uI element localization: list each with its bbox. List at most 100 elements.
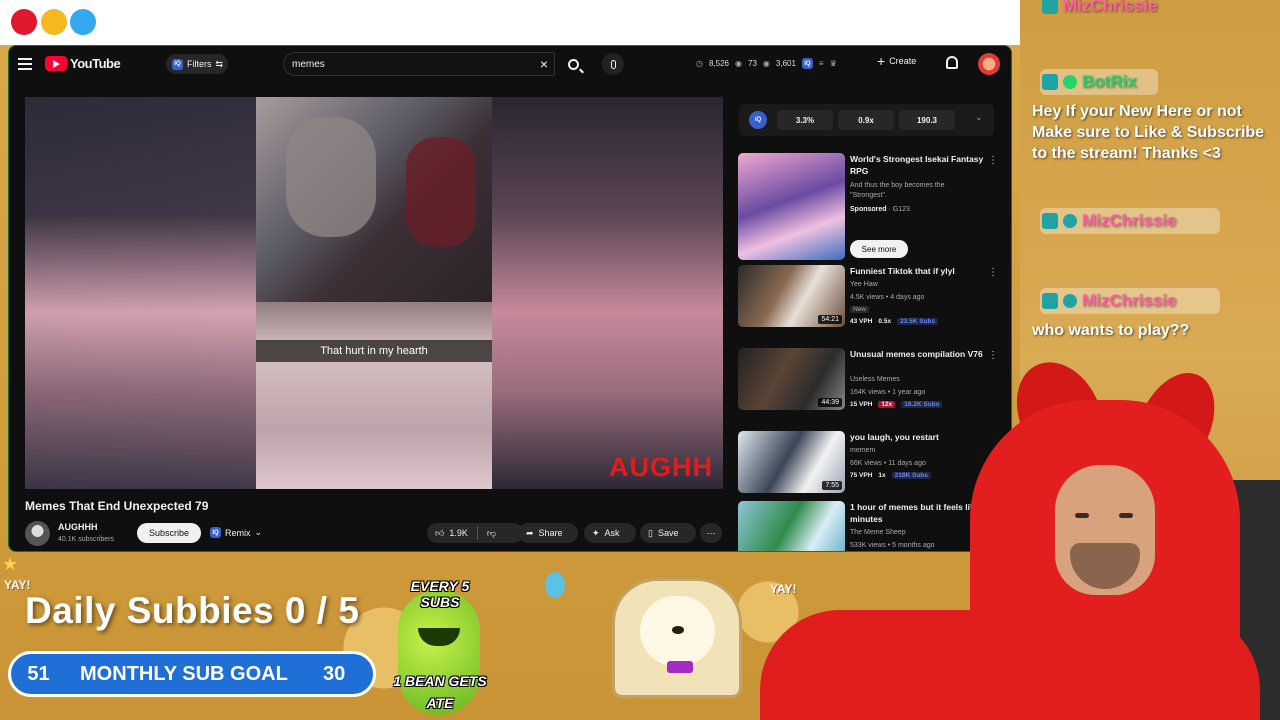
vph-stat: 15 VPH [850,401,873,408]
rec-description: And thus the boy becomes the "Strongest"… [850,182,945,199]
goal-label: MONTHLY SUB GOAL [80,662,288,685]
vidiq-icon[interactable]: iQ [801,58,813,69]
rec-channel[interactable]: Useless Memes [850,375,900,385]
yay-sticker: YAY! [770,582,797,596]
chat-message: who wants to play?? [1032,322,1190,339]
blurred-background-left [25,97,256,489]
share-button[interactable]: ➦ Share [518,523,578,543]
rec-meta: 4.5K views • 4 days ago [850,294,925,301]
save-button[interactable]: ▯ Save [640,523,696,543]
chat-username-row: MizChrissie [1042,211,1176,231]
youtube-window: YouTube iQ Filters ⇆ memes × ◷ 8,526 ◉ 7… [8,45,1012,552]
eye-icon: ◉ [735,59,742,68]
more-options-icon[interactable]: ⋮ [988,267,998,278]
voice-search-button[interactable] [602,53,624,75]
see-more-button[interactable]: See more [850,240,908,258]
clear-search-icon[interactable]: × [540,56,548,72]
video-thumbnail[interactable] [738,501,845,551]
account-avatar[interactable] [978,53,1000,75]
rec-stats: 15 VPH 12x 16.2K Subs [850,401,943,408]
rec-channel[interactable]: memem [850,446,875,456]
iq-stat: 190.3 [899,110,955,130]
daily-subbies-counter: Daily Subbies 0 / 5 [25,590,360,631]
recommended-video[interactable]: 54:21 Funniest Tiktok that if ylyl Yee H… [738,265,1008,327]
rec-title[interactable]: World's Strongest Isekai Fantasy RPG [850,153,990,177]
new-badge: New [850,306,870,313]
minimize-window-button[interactable] [41,9,67,35]
bean-top-text: EVERY 5 SUBS [410,578,470,610]
video-duration: 7:55 [822,481,842,490]
search-input[interactable]: memes × [283,52,555,76]
video-thumbnail[interactable]: 7:55 [738,431,845,493]
search-value: memes [292,58,325,70]
notifications-bell-icon[interactable] [946,56,958,69]
video-player[interactable]: That hurt in my hearth AUGHH [25,97,723,489]
chat-username[interactable]: BotRix [1082,72,1137,92]
close-window-button[interactable] [11,9,37,35]
vph-stat: 75 VPH [850,472,873,479]
chat-username[interactable]: MizChrissie [1063,0,1157,16]
ask-button[interactable]: ✦ Ask [584,523,636,543]
star-icon: ★ [2,554,19,574]
more-dots-icon: ⋯ [706,527,716,538]
remix-button[interactable]: iQ Remix ⌄ [210,527,262,538]
youtube-logo[interactable]: YouTube [45,56,121,71]
channel-name[interactable]: AUGHHH [58,522,98,532]
dog-nose [672,626,684,634]
stat-views: 8,526 [708,59,730,68]
trophy-icon[interactable]: ♛ [830,59,837,68]
search-button[interactable] [558,52,588,76]
kick-badge-icon [1042,0,1058,14]
subs-stat: 218K Subs [891,472,931,479]
subscribe-button[interactable]: Subscribe [137,523,201,543]
vidiq-icon[interactable]: iQ [749,111,767,129]
rec-channel[interactable]: The Meme Sheep [850,528,906,538]
rec-channel[interactable]: Yee Haw [850,280,878,290]
chevron-down-icon[interactable]: ⌄ [975,112,983,123]
video-thumbnail[interactable]: 54:21 [738,265,845,327]
channel-watermark: AUGHH [609,452,713,482]
maximize-window-button[interactable] [70,9,96,35]
sponsored-recommendation[interactable]: World's Strongest Isekai Fantasy RPG And… [738,153,1008,261]
sliders-icon: ⇆ [215,58,224,69]
share-label: Share [538,528,563,538]
subscriber-badge-icon [1063,214,1077,228]
kick-badge-icon [1042,213,1058,229]
rec-title[interactable]: Unusual memes compilation V76 [850,348,990,360]
bean-sub-widget: EVERY 5 SUBS 1 BEAN GETS ATE [390,578,490,720]
thumbs-down-icon[interactable]: 👎︎ [487,528,496,539]
list-icon[interactable]: ≡ [819,59,824,68]
toast-dog-sticker [612,578,742,698]
more-actions-button[interactable]: ⋯ [700,523,722,543]
video-thumbnail[interactable] [738,153,845,260]
youtube-play-icon [45,56,67,71]
video-seat [406,137,476,247]
subs-stat: 16.2K Subs [901,401,943,408]
create-button[interactable]: + Create [877,54,917,68]
top-strip [0,0,1020,45]
remix-label: Remix [225,527,251,538]
vidiq-score-bar: iQ 3.3% 0.9x 190.3 ⌄ [739,104,994,136]
goal-target: 30 [323,662,346,685]
video-frame [256,97,492,489]
like-count[interactable]: 1.9K [449,528,468,538]
chat-username[interactable]: MizChrissie [1082,291,1176,311]
multiplier-stat: 1x [878,472,886,479]
rec-tag: New [850,305,870,315]
thumbs-up-icon[interactable]: 👍︎ [435,528,444,539]
video-thumbnail[interactable]: 44:39 [738,348,845,410]
chat-username-row: MizChrissie [1042,291,1176,311]
filters-button[interactable]: iQ Filters ⇆ [166,54,228,74]
video-duration: 44:39 [818,398,842,407]
channel-avatar[interactable] [25,521,50,546]
vidiq-icon: iQ [172,58,183,70]
sparkle-icon: ✦ [592,527,600,538]
bow-tie-icon [667,661,693,673]
rec-title[interactable]: Funniest Tiktok that if ylyl [850,265,990,277]
hamburger-menu-icon[interactable] [18,58,32,70]
chat-username[interactable]: MizChrissie [1082,211,1176,231]
youtube-logo-text: YouTube [70,56,121,71]
bookmark-icon: ▯ [648,527,653,538]
more-options-icon[interactable]: ⋮ [988,155,998,166]
create-label: Create [889,56,917,66]
